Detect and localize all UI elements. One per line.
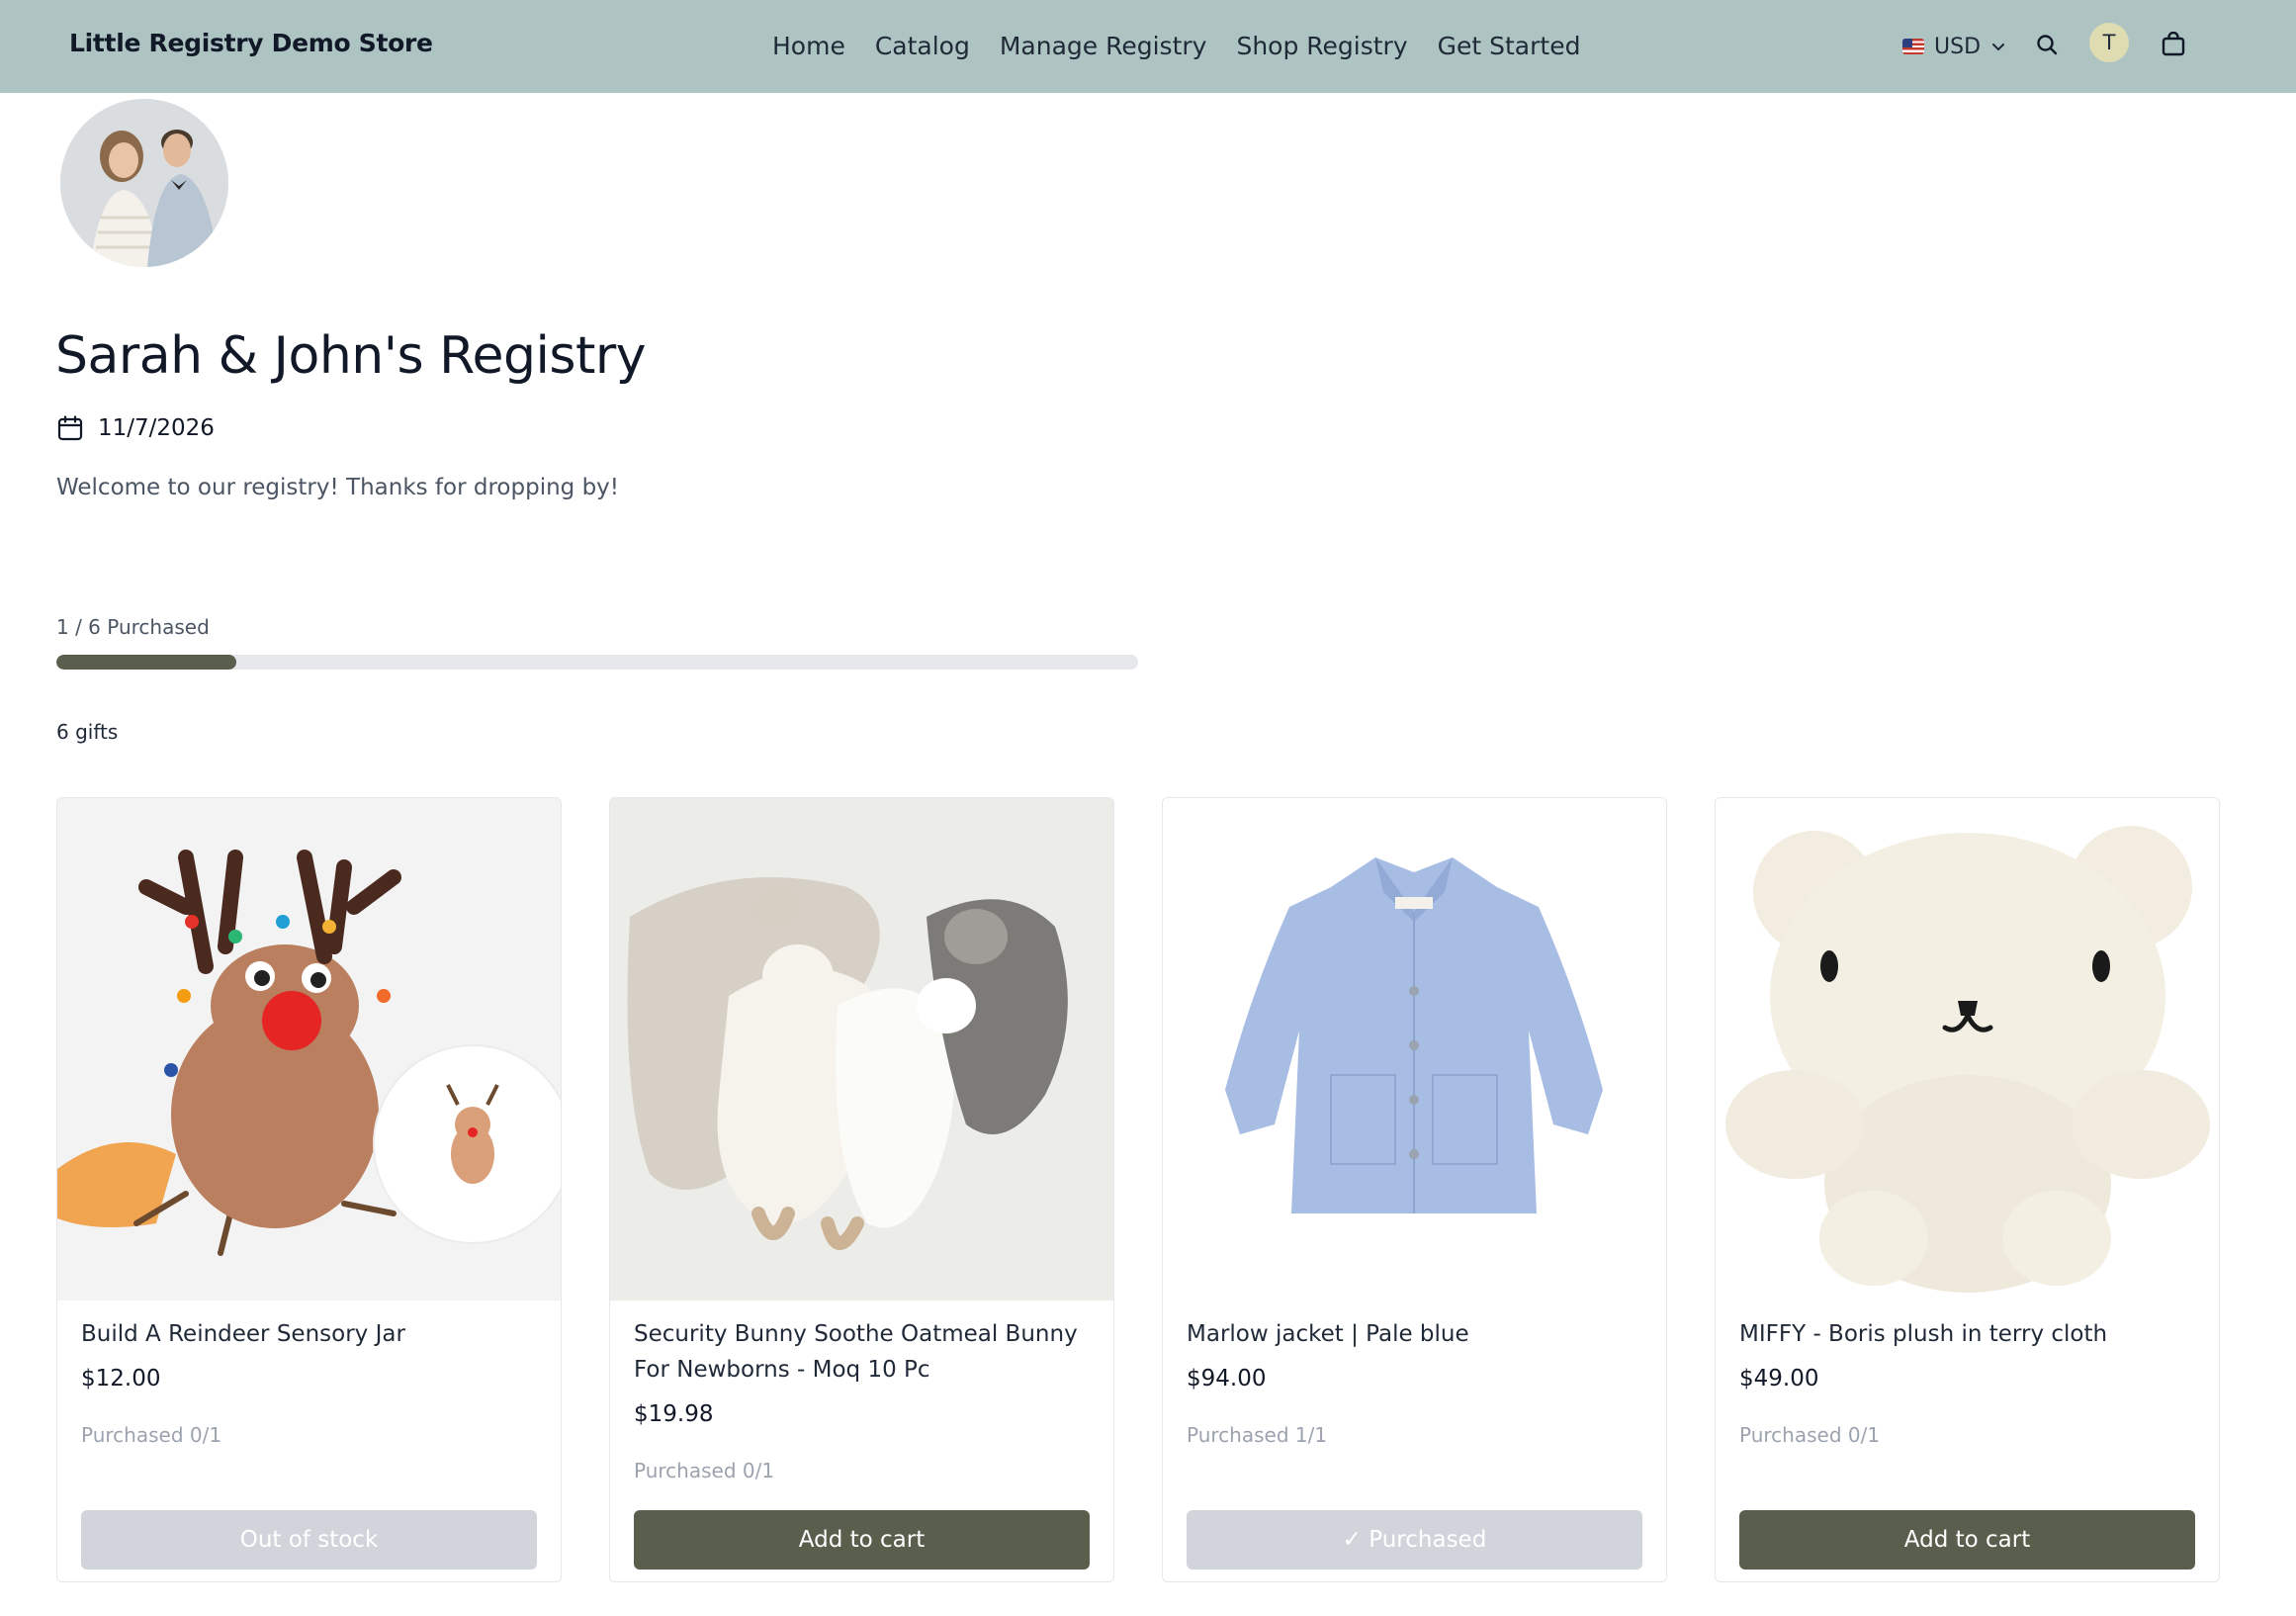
shopping-bag-icon <box>2162 32 2185 56</box>
us-flag-icon <box>1902 39 1924 54</box>
product-image-security-bunny[interactable] <box>610 798 1113 1301</box>
product-image-reindeer-jar[interactable] <box>57 798 561 1301</box>
search-icon <box>2037 35 2058 55</box>
main-nav: Home Catalog Manage Registry Shop Regist… <box>772 0 1580 93</box>
out-of-stock-button: Out of stock <box>81 1510 537 1570</box>
product-price: $94.00 <box>1187 1366 1267 1392</box>
product-purchase-status: Purchased 1/1 <box>1187 1423 1328 1447</box>
nav-home[interactable]: Home <box>772 5 845 88</box>
product-grid: Build A Reindeer Sensory Jar $12.00 Purc… <box>56 797 2220 1582</box>
purchase-progress-fill <box>56 655 237 670</box>
product-image-miffy-boris-plush[interactable] <box>1716 798 2219 1301</box>
add-to-cart-button[interactable]: Add to cart <box>634 1510 1090 1570</box>
product-price: $12.00 <box>81 1366 161 1392</box>
product-name[interactable]: Security Bunny Soothe Oatmeal Bunny For … <box>634 1316 1099 1388</box>
product-purchase-status: Purchased 0/1 <box>1739 1423 1881 1447</box>
product-purchase-status: Purchased 0/1 <box>634 1459 775 1482</box>
cart-button[interactable] <box>2153 24 2194 65</box>
currency-label: USD <box>1934 34 1982 59</box>
store-brand[interactable]: Little Registry Demo Store <box>69 0 433 93</box>
product-purchase-status: Purchased 0/1 <box>81 1423 222 1447</box>
gift-count: 6 gifts <box>56 720 119 744</box>
product-card[interactable]: MIFFY - Boris plush in terry cloth $49.0… <box>1715 797 2220 1582</box>
product-card[interactable]: Marlow jacket | Pale blue $94.00 Purchas… <box>1162 797 1667 1582</box>
product-card[interactable]: Build A Reindeer Sensory Jar $12.00 Purc… <box>56 797 562 1582</box>
search-button[interactable] <box>2026 24 2068 65</box>
registry-date-text: 11/7/2026 <box>98 415 215 441</box>
nav-catalog[interactable]: Catalog <box>875 5 970 88</box>
account-avatar[interactable]: T <box>2089 23 2129 62</box>
nav-get-started[interactable]: Get Started <box>1438 5 1581 88</box>
registry-title: Sarah & John's Registry <box>55 326 647 386</box>
product-name[interactable]: Marlow jacket | Pale blue <box>1187 1316 1651 1352</box>
product-name[interactable]: MIFFY - Boris plush in terry cloth <box>1739 1316 2204 1352</box>
product-price: $49.00 <box>1739 1366 1819 1392</box>
site-header: Little Registry Demo Store Home Catalog … <box>0 0 2296 93</box>
product-image-marlow-jacket[interactable] <box>1163 798 1666 1301</box>
nav-shop-registry[interactable]: Shop Registry <box>1236 5 1407 88</box>
chevron-down-icon <box>1992 44 2005 50</box>
welcome-message: Welcome to our registry! Thanks for drop… <box>56 475 620 500</box>
couple-photo <box>60 99 228 267</box>
purchase-progress-bar <box>56 655 1138 670</box>
add-to-cart-button[interactable]: Add to cart <box>1739 1510 2195 1570</box>
registry-date: 11/7/2026 <box>56 414 215 442</box>
product-card[interactable]: Security Bunny Soothe Oatmeal Bunny For … <box>609 797 1114 1582</box>
product-price: $19.98 <box>634 1401 714 1427</box>
currency-selector[interactable]: USD <box>1902 0 2006 93</box>
nav-manage-registry[interactable]: Manage Registry <box>1000 5 1207 88</box>
product-name[interactable]: Build A Reindeer Sensory Jar <box>81 1316 546 1352</box>
purchase-progress-label: 1 / 6 Purchased <box>56 615 210 639</box>
calendar-icon <box>57 415 83 441</box>
purchased-button: ✓ Purchased <box>1187 1510 1642 1570</box>
